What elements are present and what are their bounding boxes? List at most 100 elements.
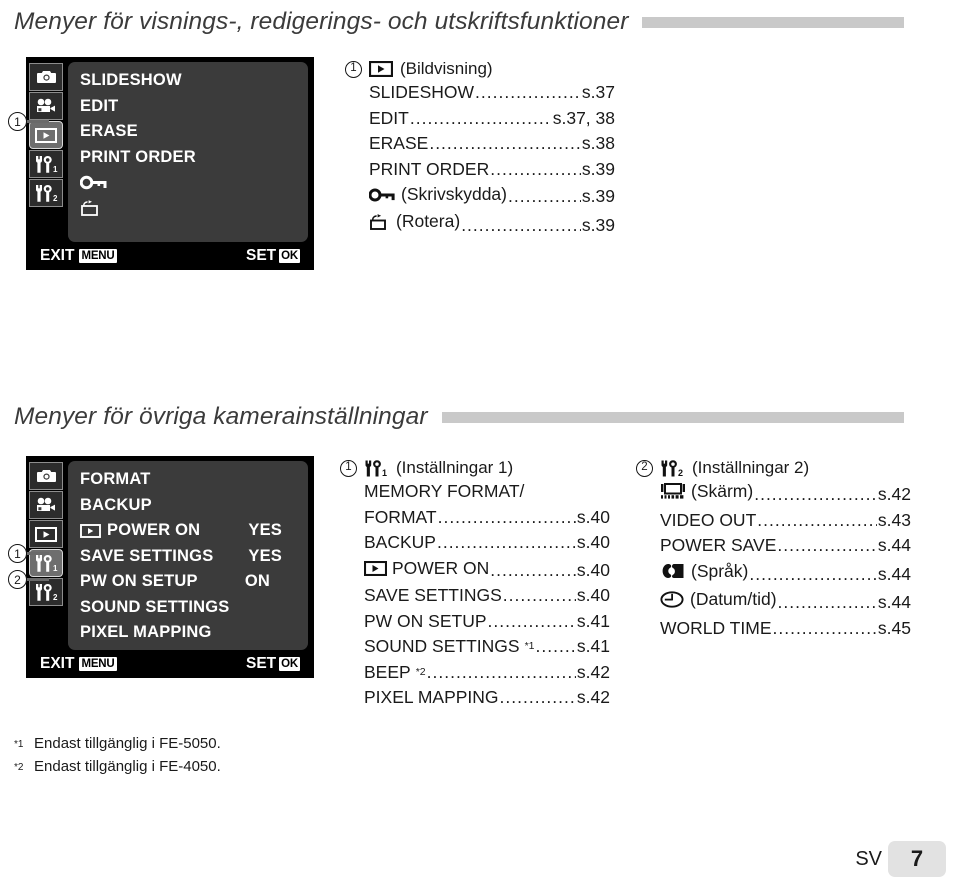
camera-menu-screen-playback: 1 2 SLIDESHOW EDIT ERASE PRINT ORDER EXI…	[26, 57, 314, 270]
menu-button-badge[interactable]: MENU	[79, 657, 117, 671]
callout-number: 1	[8, 112, 27, 131]
reference-line: EDIT ................................ s.…	[369, 107, 615, 128]
menu-item-slideshow[interactable]: SLIDESHOW	[80, 68, 296, 94]
section-heading-2: Menyer för övriga kamerainställningar	[14, 403, 946, 431]
section-heading-1: Menyer för visnings-, redigerings- och u…	[14, 8, 946, 36]
key-icon	[80, 175, 108, 190]
reference-line: (Skärm) ................................…	[636, 479, 911, 508]
language-code: SV	[855, 847, 882, 870]
menu-item-label: PW ON SETUP	[80, 572, 198, 591]
menu-footer-2: EXIT MENU SET OK	[26, 650, 314, 678]
menu-item-pixel-mapping[interactable]: PIXEL MAPPING	[80, 620, 296, 646]
menu-item-pw-on-setup[interactable]: PW ON SETUP ON	[80, 569, 296, 595]
camera-menu-screen-settings: 1 2 FORMAT BACKUP POWER ON YES SAVE SETT…	[26, 456, 314, 678]
reference-title-text: (Inställningar 2)	[692, 458, 810, 477]
section-heading-1-text: Menyer för visnings-, redigerings- och u…	[14, 8, 629, 35]
callout-2-section-2: 2	[8, 570, 49, 589]
svg-text:2: 2	[53, 593, 58, 601]
footnote-2: *2 Endast tillgänglig i FE-4050.	[14, 756, 221, 779]
footnote-marker: *1	[524, 640, 535, 653]
reference-line: POWER ON ...............................…	[340, 556, 610, 584]
wrench-1-icon: 1	[364, 459, 389, 477]
callout-number: 1	[8, 544, 27, 563]
reference-column-title: 1 1 (Inställningar 1)	[340, 458, 610, 478]
reference-line: SLIDESHOW ..............................…	[369, 82, 615, 102]
language-icon	[660, 563, 686, 580]
menu-item-erase[interactable]: ERASE	[80, 119, 296, 145]
menu-tab-column-1: 1 2	[26, 57, 66, 242]
menu-item-value: YES	[248, 546, 282, 565]
reference-line: (Språk) ................................…	[636, 559, 911, 587]
reference-line: MEMORY FORMAT/	[364, 481, 525, 501]
page-footer: SV 7	[855, 841, 946, 877]
footnote-marker: *2	[14, 762, 24, 773]
playback-icon	[364, 560, 387, 576]
tab-settings-1[interactable]: 1	[29, 150, 63, 178]
rotate-icon	[369, 213, 391, 231]
ok-button-badge[interactable]: OK	[279, 657, 300, 671]
menu-item-rotate[interactable]	[80, 196, 296, 222]
reference-title-text: (Inställningar 1)	[396, 458, 514, 477]
menu-item-sound-settings[interactable]: SOUND SETTINGS	[80, 595, 296, 621]
svg-text:1: 1	[53, 165, 58, 173]
reference-column-settings-2: 2 2 (Inställningar 2) (Skärm) ..........…	[636, 458, 911, 641]
menu-item-power-on[interactable]: POWER ON YES	[80, 518, 296, 544]
menu-item-label: PIXEL MAPPING	[80, 623, 212, 642]
menu-item-save-settings[interactable]: SAVE SETTINGS YES	[80, 544, 296, 570]
footnote-marker: *2	[415, 665, 426, 678]
reference-line: PW ON SETUP ............................…	[364, 610, 610, 631]
tab-camera[interactable]	[29, 462, 63, 490]
callout-leader-line	[27, 578, 49, 581]
set-label: SET	[245, 655, 277, 672]
menu-item-label: ERASE	[80, 122, 138, 141]
footnote-text: Endast tillgänglig i FE-4050.	[34, 758, 221, 775]
reference-column-playback: 1 (Bildvisning) SLIDESHOW ..............…	[345, 59, 615, 238]
tab-camera[interactable]	[29, 63, 63, 91]
reference-line: VIDEO OUT ..............................…	[660, 509, 911, 530]
menu-item-edit[interactable]: EDIT	[80, 94, 296, 120]
set-label: SET	[245, 247, 277, 264]
reference-line: PIXEL MAPPING ..........................…	[364, 687, 610, 708]
callout-leader-line	[27, 552, 49, 555]
reference-line: FORMAT ................................ …	[364, 506, 610, 527]
menu-item-backup[interactable]: BACKUP	[80, 493, 296, 519]
svg-text:1: 1	[382, 468, 387, 477]
footnote-text: Endast tillgänglig i FE-5050.	[34, 735, 221, 752]
reference-column-title: 1 (Bildvisning)	[345, 59, 615, 79]
heading-rule-2	[441, 411, 904, 423]
reference-line: BEEP*2 ................................ …	[340, 660, 610, 686]
clock-icon	[660, 591, 685, 608]
menu-item-value: YES	[248, 521, 282, 540]
menu-item-protect[interactable]	[80, 170, 296, 196]
svg-text:1: 1	[53, 564, 58, 572]
tab-movie[interactable]	[29, 491, 63, 519]
reference-line: PRINT ORDER ............................…	[369, 158, 615, 179]
menu-item-label: EDIT	[80, 96, 119, 115]
reference-column-title: 2 2 (Inställningar 2)	[636, 458, 911, 478]
page-number: 7	[888, 841, 946, 877]
callout-number: 1	[345, 60, 362, 78]
reference-line: SOUND SETTINGS*1 .......................…	[340, 634, 610, 660]
menu-item-label: SLIDESHOW	[80, 71, 182, 90]
menu-item-label: POWER ON	[107, 521, 201, 540]
menu-item-label: SAVE SETTINGS	[80, 546, 214, 565]
menu-item-print-order[interactable]: PRINT ORDER	[80, 145, 296, 171]
reference-line: (Rotera) ...............................…	[345, 209, 615, 238]
svg-text:2: 2	[53, 194, 58, 202]
tab-settings-2[interactable]: 2	[29, 179, 63, 207]
menu-button-badge[interactable]: MENU	[79, 249, 117, 263]
callout-1-section-2: 1	[8, 544, 49, 563]
exit-label: EXIT	[40, 247, 75, 264]
footnote-marker: *1	[14, 739, 24, 750]
playback-icon	[80, 523, 101, 538]
exit-label: EXIT	[40, 655, 75, 672]
menu-item-format[interactable]: FORMAT	[80, 467, 296, 493]
menu-item-list-2: FORMAT BACKUP POWER ON YES SAVE SETTINGS	[68, 461, 308, 650]
reference-line: (Datum/tid) ............................…	[636, 587, 911, 616]
ok-button-badge[interactable]: OK	[279, 249, 300, 263]
reference-line: POWER SAVE .............................…	[660, 535, 911, 556]
menu-item-label: FORMAT	[80, 470, 151, 489]
reference-line: WORLD TIME .............................…	[660, 617, 911, 638]
reference-line: SAVE SETTINGS ..........................…	[364, 585, 610, 606]
monitor-icon	[660, 483, 686, 500]
